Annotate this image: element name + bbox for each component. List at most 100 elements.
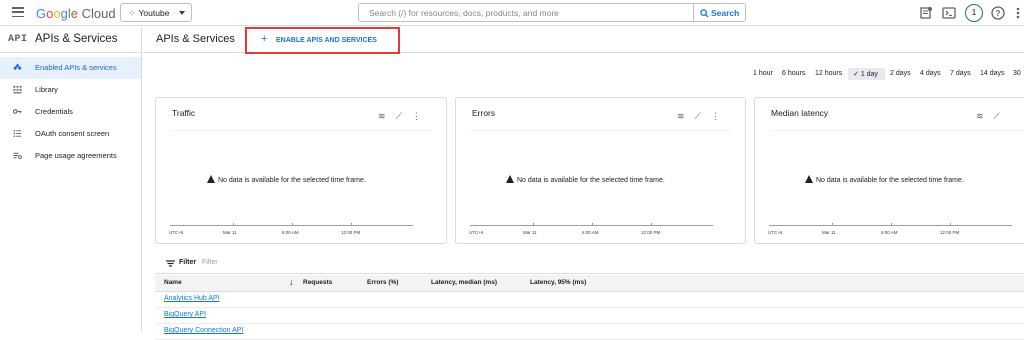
compare-icon[interactable]: ⟋ — [695, 111, 701, 122]
card-title: Traffic — [172, 108, 196, 118]
sidebar-item-page-usage[interactable]: Page usage agreements — [0, 145, 141, 167]
column-errors[interactable]: Errors (%) — [367, 279, 398, 286]
legend-toggle-icon[interactable]: ≋ — [677, 111, 685, 122]
check-icon: ✓ — [853, 71, 861, 78]
axis-label: 12:00 PM — [641, 230, 661, 235]
sidebar: API APIs & Services Enabled APIs & servi… — [0, 27, 142, 332]
card-title: Median latency — [771, 108, 829, 118]
sidebar-item-oauth-consent[interactable]: OAuth consent screen — [0, 123, 141, 145]
time-range-selector: 1 hour 6 hours 12 hours ✓ 1 day 2 days 4… — [750, 68, 1024, 80]
time-range-12-hours[interactable]: 12 hours — [815, 68, 842, 80]
more-vert-icon[interactable]: ⋮ — [711, 111, 720, 122]
sidebar-header: API APIs & Services — [0, 27, 141, 53]
axis-timezone: UTC+6 — [768, 230, 783, 235]
x-axis — [470, 223, 713, 226]
axis-timezone: UTC+6 — [469, 230, 484, 235]
no-data-text: No data is available for the selected ti… — [517, 177, 665, 184]
library-icon — [13, 85, 22, 94]
key-icon — [13, 109, 22, 114]
axis-label: 12:00 PM — [940, 230, 960, 235]
card-title: Errors — [472, 108, 496, 118]
card-toolbar: ≋ ⟋ ⋮ — [368, 106, 421, 124]
column-latency-median[interactable]: Latency, median (ms) — [431, 279, 497, 286]
legend-toggle-icon[interactable]: ≋ — [378, 111, 386, 122]
no-data-message: No data is available for the selected ti… — [506, 175, 665, 184]
notes-icon[interactable] — [918, 5, 934, 21]
logo-cloud-text: Cloud — [81, 6, 116, 21]
time-range-1-day[interactable]: ✓ 1 day — [848, 68, 885, 80]
card-toolbar: ≋ ⟋ ⋮ — [667, 106, 720, 124]
card-divider — [769, 130, 1024, 131]
search-button[interactable]: Search — [693, 3, 746, 22]
sidebar-item-enabled-apis[interactable]: Enabled APIs & services — [0, 57, 141, 79]
plus-icon: + — [261, 33, 268, 45]
legend-toggle-icon[interactable]: ≋ — [976, 111, 984, 122]
search-button-label: Search — [711, 8, 740, 18]
menu-icon[interactable] — [12, 7, 24, 18]
sidebar-item-label: Enabled APIs & services — [35, 63, 117, 72]
notifications-badge[interactable]: 1 — [965, 4, 983, 22]
axis-tick — [651, 223, 652, 226]
time-range-1-hour[interactable]: 1 hour — [753, 68, 773, 80]
no-data-message: No data is available for the selected ti… — [805, 175, 964, 184]
filter-input[interactable]: Filter — [202, 259, 218, 266]
table-row: BigQuery Connection API — [155, 324, 1024, 340]
help-icon[interactable]: ? — [990, 5, 1006, 21]
api-link[interactable]: BigQuery API — [164, 311, 206, 318]
time-range-14-days[interactable]: 14 days — [980, 68, 1005, 80]
column-name[interactable]: Name — [164, 279, 182, 286]
sidebar-item-credentials[interactable]: Credentials — [0, 101, 141, 123]
sidebar-item-library[interactable]: Library — [0, 79, 141, 101]
project-selector[interactable]: ⁘ Youtube — [120, 3, 192, 22]
time-range-selected-label: 1 day — [860, 71, 878, 78]
time-range-30-days[interactable]: 30 — [1013, 68, 1021, 80]
column-latency-95[interactable]: Latency, 95% (ms) — [530, 279, 586, 286]
axis-tick — [292, 223, 293, 226]
errors-card: Errors ≋ ⟋ ⋮ No data is available for the … — [455, 97, 746, 244]
card-toolbar: ≋ ⟋ — [966, 106, 1000, 124]
axis-tick — [233, 223, 234, 226]
time-range-2-days[interactable]: 2 days — [890, 68, 911, 80]
compare-icon[interactable]: ⟋ — [994, 111, 1000, 122]
svg-text:?: ? — [996, 9, 1001, 18]
no-data-text: No data is available for the selected ti… — [218, 177, 366, 184]
api-link[interactable]: Analytics Hub API — [164, 295, 220, 302]
x-axis — [170, 223, 413, 226]
axis-label: Mar 11 — [523, 230, 537, 235]
google-cloud-logo[interactable]: Google Cloud — [36, 6, 116, 21]
axis-label: Mar 11 — [223, 230, 237, 235]
axis-label: 6:00 AM — [881, 230, 898, 235]
time-range-7-days[interactable]: 7 days — [950, 68, 971, 80]
table-row: Analytics Hub API — [155, 292, 1024, 308]
filter-label: Filter — [179, 259, 197, 266]
axis-label: 6:00 AM — [282, 230, 299, 235]
filter-icon — [166, 260, 175, 267]
warning-icon — [207, 175, 215, 183]
time-range-4-days[interactable]: 4 days — [920, 68, 941, 80]
time-range-6-hours[interactable]: 6 hours — [782, 68, 805, 80]
project-icon: ⁘ — [128, 8, 136, 18]
card-divider — [470, 130, 731, 131]
axis-label: 6:00 AM — [582, 230, 599, 235]
axis-tick — [351, 223, 352, 226]
warning-icon — [805, 175, 813, 183]
api-badge: API — [8, 34, 28, 45]
enable-apis-button[interactable]: + ENABLE APIS AND SERVICES — [245, 27, 400, 54]
no-data-text: No data is available for the selected ti… — [816, 177, 964, 184]
sidebar-item-label: OAuth consent screen — [35, 129, 110, 138]
table-header: Name ↓ Requests Errors (%) Latency, medi… — [155, 275, 1024, 292]
chevron-down-icon — [179, 11, 185, 15]
more-vert-icon[interactable]: ⋮ — [412, 111, 421, 122]
sidebar-item-label: Page usage agreements — [35, 151, 117, 160]
more-vert-icon[interactable] — [1012, 5, 1024, 21]
traffic-card: Traffic ≋ ⟋ ⋮ No data is available for the… — [155, 97, 447, 244]
search-input[interactable]: Search (/) for resources, docs, products… — [358, 3, 694, 22]
column-requests[interactable]: Requests — [303, 279, 332, 286]
sort-arrow-icon[interactable]: ↓ — [289, 277, 294, 287]
card-divider — [170, 130, 432, 131]
cloud-shell-icon[interactable] — [941, 5, 957, 21]
filter-bar: Filter Filter — [155, 254, 1024, 274]
compare-icon[interactable]: ⟋ — [396, 111, 402, 122]
axis-label: Mar 11 — [822, 230, 836, 235]
api-link[interactable]: BigQuery Connection API — [164, 327, 243, 334]
